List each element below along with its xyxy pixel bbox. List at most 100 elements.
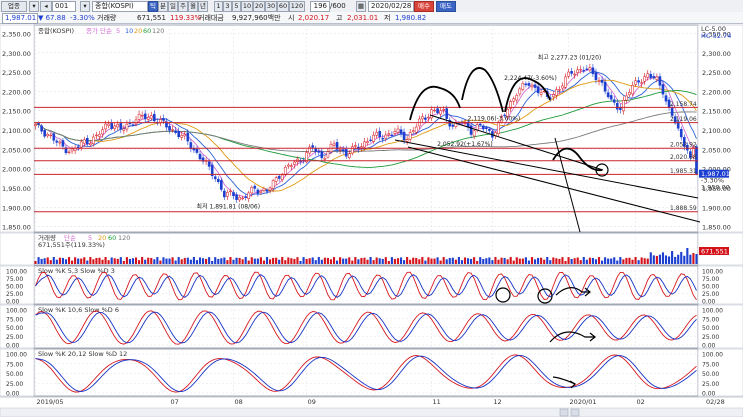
volume-bar: [384, 257, 387, 264]
volume-bar: [61, 257, 65, 264]
volume-bar: [622, 259, 625, 264]
volume-bar: [101, 259, 104, 264]
candle: [609, 95, 613, 100]
candle: [186, 132, 190, 142]
candle: [421, 116, 424, 120]
candle: [433, 109, 436, 112]
y-tick-label-left: 1,850.00: [2, 224, 31, 232]
volume-right-label: 671,551: [701, 248, 728, 256]
legend-item: 종가 단순: [86, 26, 112, 35]
candle: [536, 86, 540, 94]
last-level-label: 1,950.00: [701, 184, 730, 192]
volume-bar: [89, 257, 92, 264]
candle: [451, 124, 455, 127]
candle: [283, 166, 287, 176]
volume-bar: [339, 257, 342, 264]
volume-bar: [232, 259, 235, 264]
candle: [110, 122, 113, 129]
volume-bar: [171, 257, 174, 264]
candle: [55, 140, 59, 143]
candle: [512, 98, 516, 102]
candle: [488, 128, 491, 131]
volume-bar: [55, 259, 58, 264]
candle: [107, 123, 110, 126]
volume-bar: [77, 258, 80, 264]
volume-bar: [399, 257, 403, 264]
stoch-y-label: 50.00: [6, 371, 23, 378]
volume-bar: [463, 257, 467, 264]
stoch-y-label-right: 75.00: [702, 316, 719, 323]
candle: [408, 132, 412, 140]
candle: [180, 135, 184, 138]
candle: [594, 72, 598, 81]
volume-bar: [527, 260, 531, 264]
chart-canvas[interactable]: 2,350.00 2,350.002,300.00 2,300.002,250.00…: [0, 0, 743, 417]
candle: [649, 73, 653, 78]
volume-bar: [567, 257, 570, 264]
volume-bar: [311, 257, 314, 264]
volume-bar: [162, 257, 165, 264]
volume-bar: [317, 257, 320, 264]
volume-bar: [497, 259, 500, 264]
candle: [317, 150, 321, 153]
volume-bar: [125, 257, 128, 264]
candle: [58, 141, 62, 144]
volume-bar: [524, 257, 527, 264]
candle: [539, 92, 543, 95]
volume-bar: [354, 257, 357, 264]
y-tick-label-left: 1,900.00: [2, 204, 31, 212]
volume-bar: [658, 254, 661, 264]
volume-bar: [576, 257, 579, 264]
volume-bar: [345, 258, 348, 264]
candle: [558, 89, 561, 91]
volume-bar: [168, 258, 171, 264]
volume-bar: [293, 258, 296, 264]
volume-bar: [192, 257, 195, 264]
volume-bar: [220, 258, 223, 264]
volume-bar: [677, 254, 680, 264]
stoch-y-label-right: 50.00: [702, 325, 719, 332]
volume-bar: [46, 257, 49, 264]
candle: [679, 128, 683, 138]
volume-bar: [183, 257, 186, 264]
volume-bar: [680, 251, 683, 264]
candle: [579, 69, 583, 71]
volume-bar: [655, 255, 658, 264]
candle: [600, 79, 604, 83]
hline-label: 2,119.06: [670, 116, 697, 123]
volume-bar: [244, 257, 247, 264]
volume-bar: [58, 257, 61, 264]
volume-bar: [415, 257, 418, 264]
candle: [387, 133, 391, 135]
candle: [372, 134, 375, 142]
candle: [34, 124, 37, 127]
volume-bar: [208, 257, 211, 264]
candle: [311, 145, 315, 148]
candle: [320, 151, 324, 159]
candle: [427, 116, 430, 119]
stoch-y-label-right: 25.00: [702, 334, 719, 341]
volume-bar: [198, 257, 202, 264]
volume-bar: [597, 257, 601, 264]
volume-bar: [686, 248, 689, 264]
candle: [101, 129, 104, 135]
volume-bar: [201, 258, 205, 264]
candle: [268, 187, 272, 191]
volume-bar: [122, 260, 125, 264]
candle: [92, 136, 95, 145]
candle: [171, 129, 174, 131]
stoch-y-label: 0.00: [6, 391, 20, 398]
x-tick-label: 08: [235, 398, 243, 406]
volume-bar: [320, 259, 323, 264]
volume-bar: [253, 258, 256, 264]
candle: [637, 80, 640, 83]
volume-bar: [113, 258, 116, 264]
candle: [140, 115, 144, 117]
volume-bar: [223, 257, 226, 264]
candle: [521, 83, 525, 90]
stoch-y-label: 100.00: [6, 269, 27, 276]
volume-bar: [671, 251, 674, 264]
candle: [104, 123, 107, 130]
volume-bar: [369, 257, 372, 264]
candle: [631, 85, 634, 95]
